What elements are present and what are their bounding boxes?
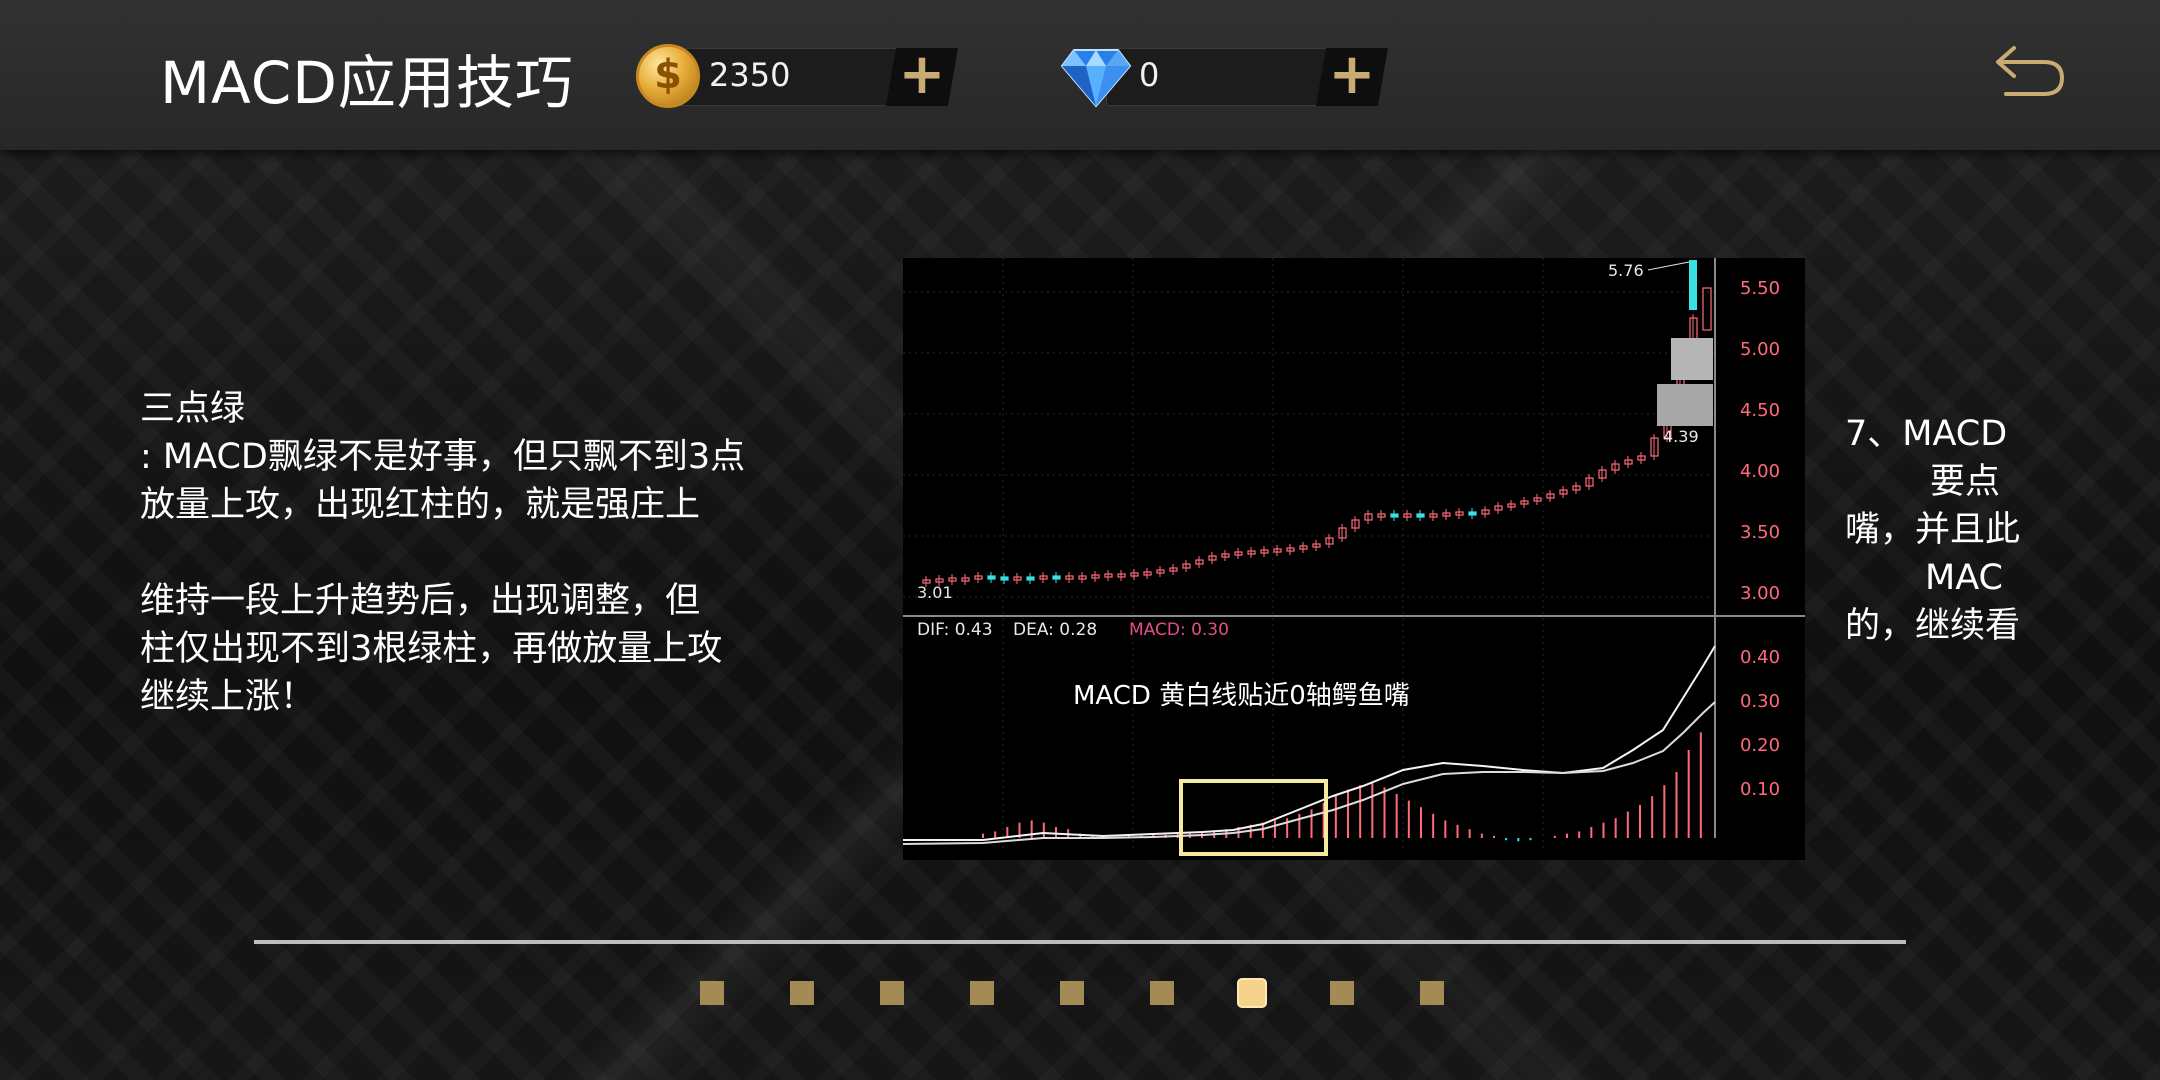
dea-line	[903, 701, 1716, 845]
slide-left-line: : MACD飘绿不是好事，但只飘不到3点	[140, 437, 746, 477]
macd-histogram	[982, 732, 1702, 842]
gem-value: 0	[1139, 56, 1160, 94]
macd-label: MACD: 0.30	[1129, 620, 1229, 640]
page-dot-1[interactable]	[700, 981, 724, 1005]
add-coins-button[interactable]: +	[886, 48, 958, 106]
add-gems-button[interactable]: +	[1316, 48, 1388, 106]
macd-tick-labels: 0.40 0.30 0.20 0.10	[1740, 647, 1780, 800]
candle-body	[1052, 575, 1061, 580]
price-tick: 3.50	[1740, 522, 1780, 543]
candle-body	[1026, 576, 1035, 581]
slide-left-line: 柱仅出现不到3根绿柱，再做放量上攻	[140, 629, 723, 669]
candle-body	[1468, 511, 1477, 516]
dif-line	[903, 645, 1716, 841]
slide-left-line: 继续上涨！	[140, 677, 316, 717]
top-bar: MACD应用技巧 $ 2350 + 0 +	[0, 0, 2160, 150]
chart-grid	[903, 258, 1715, 848]
coin-value: 2350	[709, 56, 791, 94]
macd-tick: 0.10	[1740, 779, 1780, 800]
dea-label: DEA: 0.28	[1013, 620, 1097, 640]
page-dot-5[interactable]	[1060, 981, 1084, 1005]
macd-tick: 0.40	[1740, 647, 1780, 668]
carousel-divider	[254, 940, 1906, 944]
slide-left-text: 三点绿 : MACD飘绿不是好事，但只飘不到3点 放量上攻，出现红柱的，就是强庄…	[140, 385, 860, 721]
price-box-label: 4.39	[1663, 427, 1699, 446]
macd-chart-image[interactable]: 5.50 5.00 4.50 4.00 3.50 3.00 0.40 0.30 …	[903, 258, 1805, 860]
slide-left-line: 三点绿	[140, 389, 246, 429]
price-gap-block	[1671, 338, 1713, 380]
slide-right-text: 7、MACD 要点 嘴，并且此 MAC 的，继续看	[1845, 410, 2020, 650]
page-dot-6[interactable]	[1150, 981, 1174, 1005]
page-title: MACD应用技巧	[160, 49, 574, 117]
back-arrow-icon[interactable]	[1992, 38, 2068, 102]
slide-left-line: 维持一段上升趋势后，出现调整，但	[140, 581, 701, 621]
slide-left-line: 放量上攻，出现红柱的，就是强庄上	[140, 485, 701, 525]
page-dot-8[interactable]	[1330, 981, 1354, 1005]
price-high-label: 5.76	[1608, 261, 1644, 280]
page-dot-4[interactable]	[970, 981, 994, 1005]
coin-counter: $ 2350 +	[636, 44, 966, 108]
page-dot-2[interactable]	[790, 981, 814, 1005]
slide-right-line: 7、MACD	[1845, 414, 2008, 454]
slide-right-line: 的，继续看	[1845, 606, 2020, 646]
candlesticks	[922, 260, 1712, 587]
page-dot-9[interactable]	[1420, 981, 1444, 1005]
price-high-leader	[1647, 261, 1690, 271]
diamond-icon	[1060, 49, 1132, 108]
coin-icon: $	[636, 44, 700, 108]
slide-left-spacer	[140, 529, 860, 577]
candle-body	[1416, 513, 1425, 518]
price-gap-block	[1657, 384, 1713, 426]
candle-body	[1702, 287, 1712, 331]
price-tick: 4.50	[1740, 400, 1780, 421]
chart-annotation: MACD 黄白线贴近0轴鳄鱼嘴	[1073, 681, 1410, 711]
slide-right-line: 要点	[1930, 462, 2001, 502]
candle-body	[1000, 576, 1009, 581]
candle-body	[1390, 513, 1399, 518]
macd-tick: 0.30	[1740, 691, 1780, 712]
gem-counter: 0 +	[1060, 48, 1396, 108]
price-tick: 5.00	[1740, 339, 1780, 360]
page-dot-7[interactable]	[1237, 978, 1267, 1008]
price-tick-labels: 5.50 5.00 4.50 4.00 3.50 3.00	[1740, 278, 1780, 604]
slide-right-line: 嘴，并且此	[1845, 510, 2020, 550]
page-indicator	[700, 978, 1460, 1008]
dif-label: DIF: 0.43	[917, 620, 993, 640]
slide-right-line: MAC	[1925, 558, 2003, 598]
page-dot-3[interactable]	[880, 981, 904, 1005]
price-tick: 5.50	[1740, 278, 1780, 299]
price-tick: 4.00	[1740, 461, 1780, 482]
macd-tick: 0.20	[1740, 735, 1780, 756]
candle-body	[1689, 260, 1697, 310]
price-low-label: 3.01	[917, 583, 953, 602]
candle-body	[987, 575, 996, 580]
price-tick: 3.00	[1740, 583, 1780, 604]
